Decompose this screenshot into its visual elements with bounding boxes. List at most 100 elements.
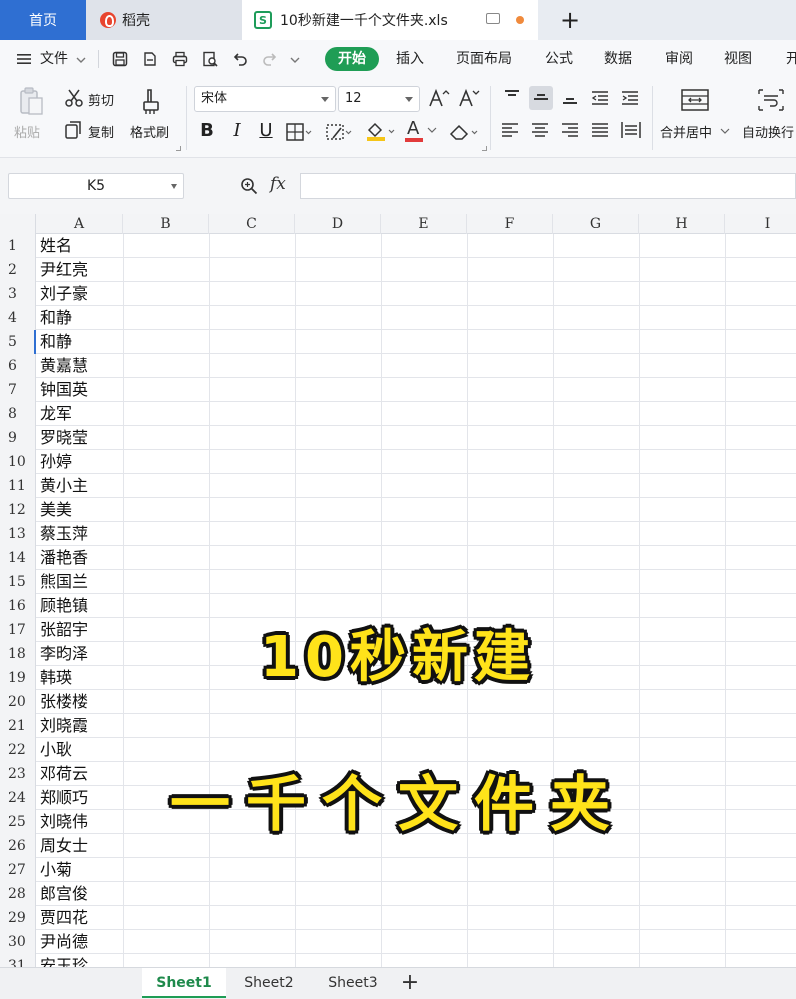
- merge-center-label[interactable]: 合并居中: [660, 122, 712, 141]
- undo-icon[interactable]: [232, 51, 248, 67]
- column-header-g[interactable]: G: [553, 214, 639, 234]
- column-header-e[interactable]: E: [381, 214, 467, 234]
- menu-data[interactable]: 数据: [604, 40, 632, 78]
- align-center-icon[interactable]: [530, 122, 550, 138]
- cell-a[interactable]: 和静: [36, 330, 123, 354]
- menu-review[interactable]: 审阅: [665, 40, 693, 78]
- row-header[interactable]: 3: [0, 282, 36, 306]
- distributed-align-icon[interactable]: [620, 120, 642, 140]
- row-header[interactable]: 11: [0, 474, 36, 498]
- cell-a[interactable]: 钟国英: [36, 378, 123, 402]
- wrap-text-icon[interactable]: [756, 88, 786, 112]
- column-header-i[interactable]: I: [725, 214, 796, 234]
- row-header[interactable]: 29: [0, 906, 36, 930]
- copy-label[interactable]: 复制: [88, 122, 114, 141]
- menu-view[interactable]: 视图: [724, 40, 752, 78]
- group-expander-icon[interactable]: [176, 146, 181, 151]
- tab-document[interactable]: S 10秒新建一千个文件夹.xls: [242, 0, 538, 40]
- cell-a[interactable]: 熊国兰: [36, 570, 123, 594]
- decrease-font-icon[interactable]: [458, 88, 480, 108]
- font-name-select[interactable]: 宋体: [194, 86, 336, 112]
- font-color-icon[interactable]: A: [405, 118, 439, 144]
- row-header[interactable]: 12: [0, 498, 36, 522]
- row-header[interactable]: 28: [0, 882, 36, 906]
- spreadsheet-grid[interactable]: ABCDEFGHI 1 姓名 2 尹红亮 3 刘子豪 4 和静 5 和静 6 黄嘉慧 7 钟国英 8 龙军 9 罗…: [0, 214, 796, 967]
- align-middle-button[interactable]: [529, 86, 553, 110]
- column-header-f[interactable]: F: [467, 214, 553, 234]
- column-header-d[interactable]: D: [295, 214, 381, 234]
- increase-font-icon[interactable]: [428, 88, 450, 108]
- cell-a[interactable]: 刘晓霞: [36, 714, 123, 738]
- name-box[interactable]: K5: [8, 173, 184, 199]
- formula-input[interactable]: [300, 173, 796, 199]
- cell-a[interactable]: 小菊: [36, 858, 123, 882]
- row-header[interactable]: 8: [0, 402, 36, 426]
- tab-home[interactable]: 首页: [0, 0, 86, 40]
- format-painter-label[interactable]: 格式刷: [130, 122, 169, 141]
- row-header[interactable]: 30: [0, 930, 36, 954]
- save-icon[interactable]: [112, 51, 128, 67]
- sheet-tab-sheet2[interactable]: Sheet2: [228, 968, 310, 998]
- fill-color-icon[interactable]: [365, 120, 397, 142]
- cell-a[interactable]: 黄小主: [36, 474, 123, 498]
- menu-file[interactable]: 文件: [40, 40, 68, 78]
- format-painter-icon[interactable]: [138, 86, 164, 116]
- align-left-icon[interactable]: [500, 122, 520, 138]
- cell-a[interactable]: 美美: [36, 498, 123, 522]
- scissors-icon[interactable]: [64, 88, 84, 108]
- cell-a[interactable]: 刘子豪: [36, 282, 123, 306]
- group-expander-icon[interactable]: [482, 146, 487, 151]
- chevron-down-icon[interactable]: [76, 55, 86, 65]
- row-header[interactable]: 15: [0, 570, 36, 594]
- new-tab-button[interactable]: +: [556, 6, 584, 34]
- row-header[interactable]: 6: [0, 354, 36, 378]
- cut-label[interactable]: 剪切: [88, 90, 114, 109]
- chevron-down-icon[interactable]: [290, 55, 300, 65]
- increase-indent-icon[interactable]: [620, 90, 640, 106]
- borders-icon[interactable]: [285, 122, 313, 142]
- column-header-b[interactable]: B: [123, 214, 209, 234]
- print-preview-icon[interactable]: [202, 51, 218, 67]
- copy-icon[interactable]: [64, 120, 84, 140]
- align-bottom-button[interactable]: [558, 86, 582, 110]
- paste-label[interactable]: 粘贴: [14, 122, 40, 141]
- sheet-tab-sheet1[interactable]: Sheet1: [142, 968, 226, 998]
- row-header[interactable]: 13: [0, 522, 36, 546]
- row-header[interactable]: 31: [0, 954, 36, 967]
- add-sheet-button[interactable]: +: [398, 968, 422, 998]
- cell-a[interactable]: 潘艳香: [36, 546, 123, 570]
- row-header[interactable]: 9: [0, 426, 36, 450]
- select-all-corner[interactable]: [0, 214, 36, 234]
- decrease-indent-icon[interactable]: [590, 90, 610, 106]
- redo-icon[interactable]: [262, 51, 278, 67]
- column-header-a[interactable]: A: [36, 214, 123, 234]
- row-header[interactable]: 4: [0, 306, 36, 330]
- column-header-c[interactable]: C: [209, 214, 295, 234]
- row-header[interactable]: 5: [0, 330, 36, 354]
- menu-insert[interactable]: 插入: [396, 40, 424, 78]
- row-header[interactable]: 21: [0, 714, 36, 738]
- cell-a[interactable]: 黄嘉慧: [36, 354, 123, 378]
- cell-a[interactable]: 罗晓莹: [36, 426, 123, 450]
- row-header[interactable]: 27: [0, 858, 36, 882]
- menu-start-tab[interactable]: 开始: [325, 47, 379, 71]
- row-header[interactable]: 20: [0, 690, 36, 714]
- cell-a[interactable]: 姓名: [36, 234, 123, 258]
- row-header[interactable]: 1: [0, 234, 36, 258]
- cell-a[interactable]: 孙婷: [36, 450, 123, 474]
- cell-a[interactable]: 郎宫俊: [36, 882, 123, 906]
- hamburger-menu-icon[interactable]: [16, 51, 32, 67]
- chevron-down-icon[interactable]: [720, 127, 730, 135]
- fx-icon[interactable]: fx: [270, 174, 286, 194]
- menu-dev-truncated[interactable]: 开: [786, 40, 796, 78]
- wrap-text-label[interactable]: 自动换行: [742, 122, 794, 141]
- align-right-icon[interactable]: [560, 122, 580, 138]
- print-icon[interactable]: [172, 51, 188, 67]
- eraser-icon[interactable]: [448, 122, 482, 142]
- bold-button[interactable]: B: [196, 120, 218, 141]
- underline-button[interactable]: U: [255, 120, 277, 141]
- cell-a[interactable]: 贾四花: [36, 906, 123, 930]
- cell-a[interactable]: 安玉珍: [36, 954, 123, 967]
- paste-icon[interactable]: [16, 86, 46, 116]
- italic-button[interactable]: I: [226, 120, 248, 141]
